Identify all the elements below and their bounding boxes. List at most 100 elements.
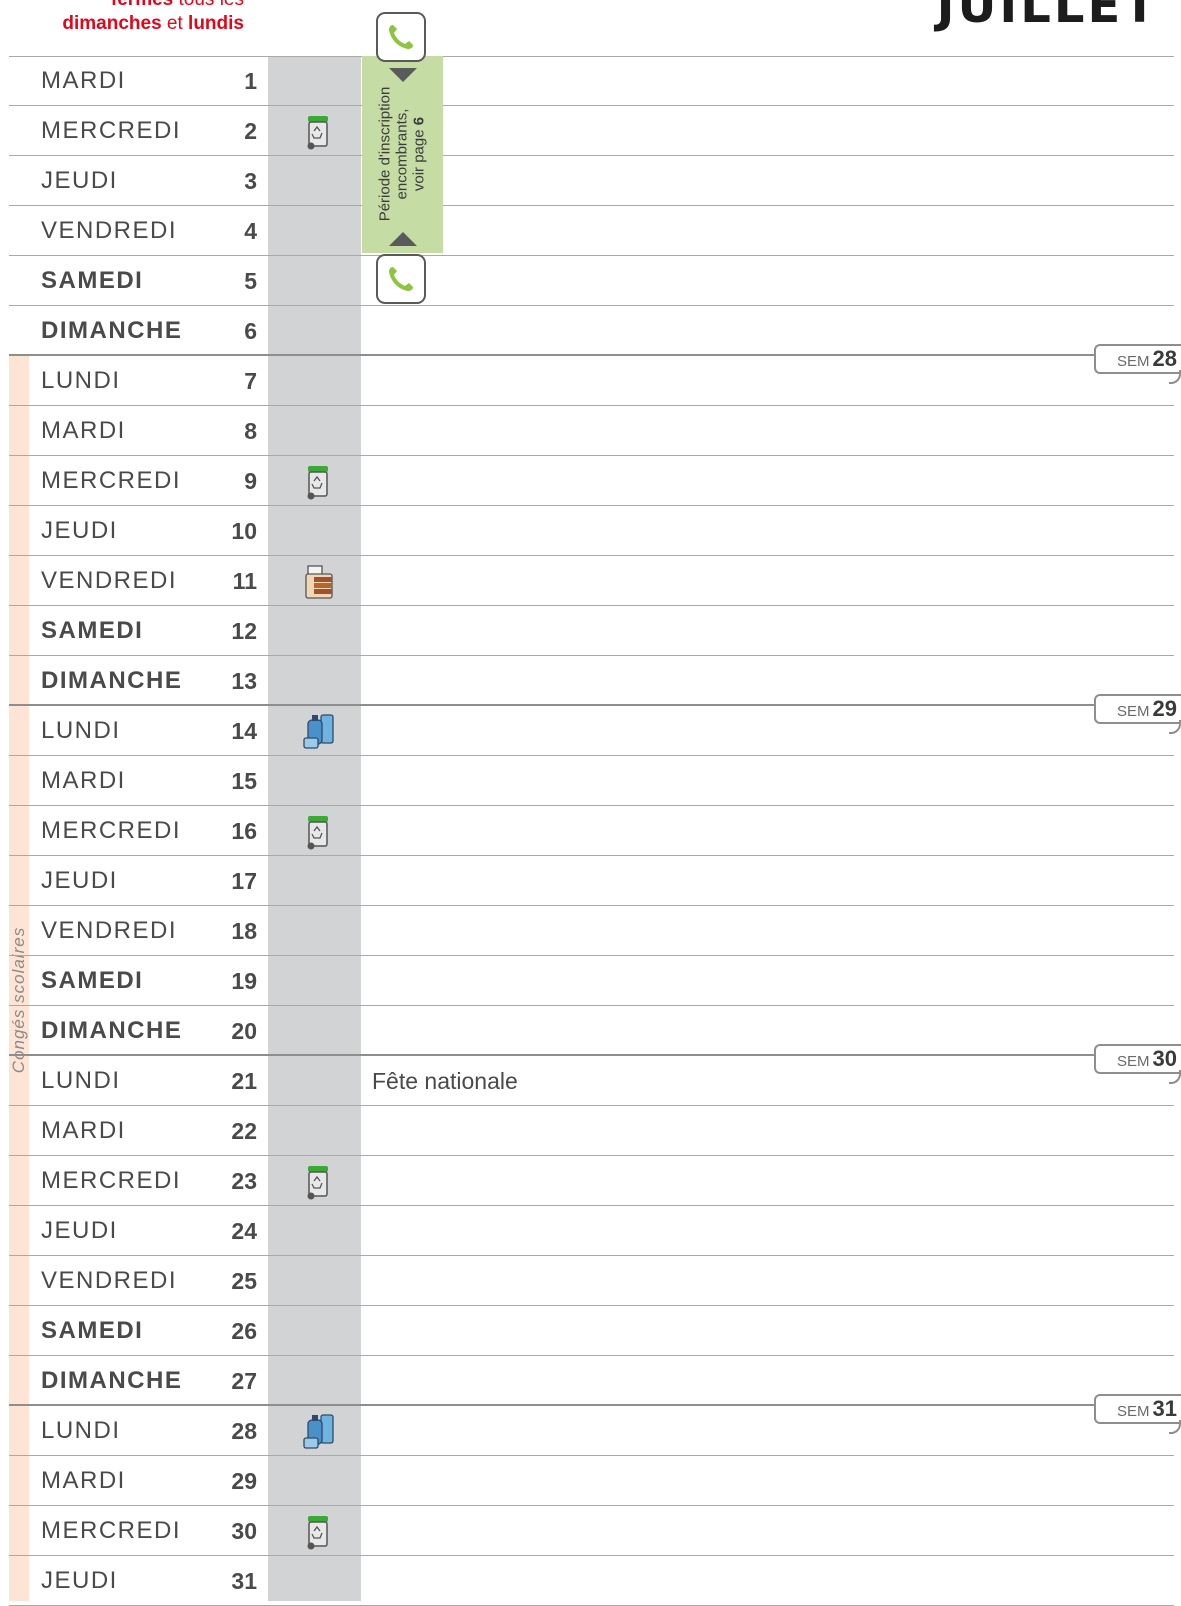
month-title: JUILLET [936, 0, 1159, 34]
day-name: JEUDI [41, 1567, 118, 1594]
day-row: DIMANCHE 27 [9, 1356, 1174, 1406]
day-row: SAMEDI 12 [9, 606, 1174, 656]
day-number: 27 [231, 1368, 257, 1394]
day-name: JEUDI [41, 1217, 118, 1244]
week-tab-prefix: SEM [1117, 703, 1150, 720]
green-bin-icon [299, 462, 339, 502]
day-number: 1 [244, 68, 257, 94]
day-name: MERCREDI [41, 467, 182, 494]
day-name: DIMANCHE [41, 1367, 183, 1394]
day-name: MARDI [41, 67, 126, 94]
day-note: Fête nationale [372, 1068, 518, 1094]
day-name: MERCREDI [41, 1517, 182, 1544]
day-name: DIMANCHE [41, 317, 183, 344]
green-bin-icon [299, 812, 339, 852]
day-number: 11 [232, 568, 257, 594]
day-number: 23 [231, 1168, 257, 1194]
day-row: MARDI 15 [9, 756, 1174, 806]
day-number: 20 [231, 1018, 257, 1044]
day-name: MARDI [41, 767, 126, 794]
day-number: 18 [231, 918, 257, 944]
day-name: MERCREDI [41, 117, 182, 144]
day-number: 29 [231, 1468, 257, 1494]
day-number: 22 [231, 1118, 257, 1144]
day-row: DIMANCHE 20 [9, 1006, 1174, 1056]
day-number: 8 [244, 418, 257, 444]
closure-note-mondays: lundis [188, 13, 244, 34]
day-number: 9 [244, 468, 257, 494]
banner-line-1: Période d'inscription [376, 86, 394, 222]
day-name: LUNDI [41, 1417, 121, 1444]
day-name: VENDREDI [41, 567, 178, 594]
day-name: VENDREDI [41, 1267, 178, 1294]
phone-icon-bottom [376, 254, 426, 304]
day-number: 31 [231, 1568, 257, 1594]
day-name: SAMEDI [41, 967, 144, 994]
day-row: JEUDI 10 [9, 506, 1174, 556]
day-name: LUNDI [41, 1067, 121, 1094]
week-number: 31 [1152, 1396, 1177, 1421]
day-name: VENDREDI [41, 217, 178, 244]
banner-line-2: encombrants, [393, 108, 411, 200]
day-row: VENDREDI 25 [9, 1256, 1174, 1306]
day-name: MERCREDI [41, 817, 182, 844]
closure-note-rest: tous les [173, 0, 245, 10]
day-row: JEUDI 3 [9, 156, 1174, 206]
week-number: 30 [1152, 1046, 1177, 1071]
day-number: 14 [231, 718, 257, 744]
banner-start-arrow [389, 68, 417, 82]
day-number: 24 [231, 1218, 257, 1244]
day-number: 5 [244, 268, 257, 294]
day-number: 7 [244, 368, 257, 394]
day-row: VENDREDI 11 [9, 556, 1174, 606]
day-number: 6 [244, 318, 257, 344]
blue-recycling-icon [299, 1412, 339, 1452]
day-number: 19 [231, 968, 257, 994]
bulky-waste-icon [299, 562, 339, 602]
day-row: DIMANCHE 13 [9, 656, 1174, 706]
day-number: 28 [231, 1418, 257, 1444]
day-name: MERCREDI [41, 1167, 182, 1194]
day-number: 13 [231, 668, 257, 694]
day-row: SAMEDI 19 [9, 956, 1174, 1006]
day-row: JEUDI 31 [9, 1556, 1174, 1606]
day-name: LUNDI [41, 367, 121, 394]
week-tab-prefix: SEM [1117, 1403, 1150, 1420]
green-bin-icon [299, 1512, 339, 1552]
closure-note: fermés tous les dimanches et lundis [0, 0, 244, 36]
day-row: MERCREDI 16 [9, 806, 1174, 856]
day-number: 12 [231, 618, 257, 644]
day-row: MARDI 22 [9, 1106, 1174, 1156]
green-bin-icon [299, 1162, 339, 1202]
day-number: 16 [231, 818, 257, 844]
day-row: VENDREDI 4 [9, 206, 1174, 256]
day-row: MERCREDI 2 [9, 106, 1174, 156]
day-number: 3 [244, 168, 257, 194]
day-number: 26 [231, 1318, 257, 1344]
day-name: SAMEDI [41, 1317, 144, 1344]
day-name: JEUDI [41, 517, 118, 544]
day-number: 15 [231, 768, 257, 794]
day-name: SAMEDI [41, 267, 144, 294]
day-row: JEUDI 17 [9, 856, 1174, 906]
day-row: MERCREDI 30 [9, 1506, 1174, 1556]
week-number: 28 [1152, 346, 1177, 371]
day-number: 21 [231, 1068, 257, 1094]
day-number: 30 [231, 1518, 257, 1544]
week-number: 29 [1152, 696, 1177, 721]
day-number: 10 [231, 518, 257, 544]
phone-icon-top [376, 12, 426, 62]
bulky-registration-banner: Période d'inscription encombrants, voir … [362, 56, 443, 253]
day-number: 25 [231, 1268, 257, 1294]
day-name: MARDI [41, 417, 126, 444]
day-row: SAMEDI 26 [9, 1306, 1174, 1356]
week-tab-31: SEM 31 [1094, 1394, 1181, 1434]
day-name: DIMANCHE [41, 1017, 183, 1044]
day-name: MARDI [41, 1467, 126, 1494]
day-name: SAMEDI [41, 617, 144, 644]
day-name: DIMANCHE [41, 667, 183, 694]
day-row: LUNDI 28 [9, 1406, 1174, 1456]
week-tab-prefix: SEM [1117, 353, 1150, 370]
day-name: JEUDI [41, 167, 118, 194]
blue-recycling-icon [299, 712, 339, 752]
